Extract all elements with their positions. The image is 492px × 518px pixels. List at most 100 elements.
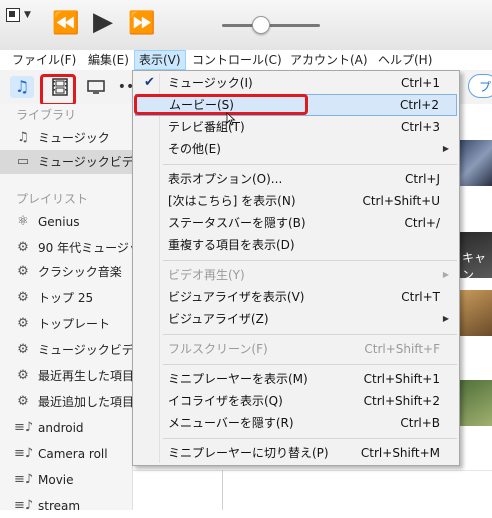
sidebar-item-android[interactable]: ≡♪ android <box>0 416 132 440</box>
menu-item-label: ステータスバーを隠す(B) <box>168 216 306 230</box>
menu-separator <box>163 164 457 165</box>
menu-item-shortcut: Ctrl+3 <box>400 120 440 134</box>
video-thumbnail[interactable] <box>460 380 492 426</box>
playback-pill-button[interactable]: プ <box>468 74 492 98</box>
menu-item-label: イコライザを表示(Q) <box>168 394 283 408</box>
music-note-icon: ♫ <box>17 130 29 145</box>
playlist-icon: ≡♪ <box>14 420 34 435</box>
sidebar-item-top25[interactable]: ⚙ トップ 25 <box>0 286 132 310</box>
menu-item-hide-menu-bar[interactable]: メニューバーを隠す(R) Ctrl+B <box>135 412 457 434</box>
menu-item-tv-shows[interactable]: テレビ番組(T) Ctrl+3 <box>135 116 457 138</box>
menu-item-shortcut: Ctrl+/ <box>404 216 440 230</box>
divider <box>133 470 492 471</box>
sidebar-item-top-rated[interactable]: ⚙ トップレート <box>0 312 132 336</box>
menu-item-label: [次はこちら] を表示(N) <box>168 194 296 208</box>
sidebar-item-music-video[interactable]: ▭ ミュージックビデオ <box>0 150 132 174</box>
menu-bar: ファイル(F) 編集(E) 表示(V) コントロール(C) アカウント(A) ヘ… <box>0 50 492 71</box>
menu-item-show-visualizer[interactable]: ビジュアライザを表示(V) Ctrl+T <box>135 286 457 308</box>
sidebar-item-90s-music[interactable]: ⚙ 90 年代ミュージック <box>0 236 132 260</box>
sidebar: ライブラリ ♫ ミュージック ▭ ミュージックビデオ プレイリスト ⚛ Geni… <box>0 104 133 513</box>
view-menu-dropdown: ✔ ミュージック(I) Ctrl+1 ムービー(S) Ctrl+2 テレビ番組(… <box>132 70 460 466</box>
smart-playlist-icon: ⚙ <box>17 368 29 383</box>
menu-item-show-up-next[interactable]: [次はこちら] を表示(N) Ctrl+Shift+U <box>135 190 457 212</box>
sidebar-item-label: Camera roll <box>38 447 108 461</box>
sidebar-item-recently-played[interactable]: ⚙ 最近再生した項目 <box>0 364 132 388</box>
sidebar-item-label: ミュージックビデオ <box>38 155 132 169</box>
menu-item-shortcut: Ctrl+Shift+M <box>360 446 440 460</box>
sidebar-item-label: クラシック音楽 <box>38 265 122 279</box>
menu-item-shortcut: Ctrl+T <box>401 290 440 304</box>
playlist-icon: ≡♪ <box>14 498 34 513</box>
menu-item-label: フルスクリーン(F) <box>168 342 268 356</box>
menu-item-label: ミュージック(I) <box>168 76 253 90</box>
playlist-icon: ≡♪ <box>14 446 34 461</box>
menu-item-show-miniplayer[interactable]: ミニプレーヤーを表示(M) Ctrl+Shift+1 <box>135 368 457 390</box>
tv-icon[interactable] <box>84 76 108 98</box>
sidebar-item-recently-added[interactable]: ⚙ 最近追加した項目 <box>0 390 132 414</box>
video-thumbnail[interactable] <box>460 140 492 186</box>
volume-slider[interactable] <box>222 24 320 27</box>
menu-item-label: 表示オプション(O)... <box>168 172 283 186</box>
mouse-cursor-icon <box>226 112 236 126</box>
menu-item-music[interactable]: ✔ ミュージック(I) Ctrl+1 <box>135 72 457 94</box>
menu-item-view-options[interactable]: 表示オプション(O)... Ctrl+J <box>135 168 457 190</box>
submenu-arrow-icon: ▶ <box>442 144 449 153</box>
menu-item-shortcut: Ctrl+2 <box>399 98 439 112</box>
menu-item-show-equalizer[interactable]: イコライザを表示(Q) Ctrl+Shift+2 <box>135 390 457 412</box>
volume-slider-knob[interactable] <box>252 16 270 34</box>
next-track-button[interactable]: ⏩ <box>128 12 155 36</box>
sidebar-item-label: android <box>38 421 84 435</box>
previous-track-button[interactable]: ⏪ <box>52 12 79 36</box>
menu-item-visualizer[interactable]: ビジュアライザ(Z) ▶ <box>135 308 457 330</box>
smart-playlist-icon: ⚙ <box>17 290 29 305</box>
menu-separator <box>163 438 457 439</box>
music-note-icon[interactable]: ♫ <box>10 76 34 98</box>
sidebar-item-genius[interactable]: ⚛ Genius <box>0 210 132 234</box>
menu-controls[interactable]: コントロール(C) <box>188 50 286 70</box>
window-menu-icon[interactable] <box>6 8 20 22</box>
menu-separator <box>163 334 457 335</box>
music-video-icon: ▭ <box>16 154 30 169</box>
menu-item-shortcut: Ctrl+Shift+U <box>362 194 440 208</box>
playlist-header: プレイリスト <box>16 192 89 206</box>
sidebar-item-label: Movie <box>38 473 74 487</box>
sidebar-item-camera-roll[interactable]: ≡♪ Camera roll <box>0 442 132 466</box>
video-thumbnail[interactable] <box>460 290 492 336</box>
sidebar-item-label: 最近再生した項目 <box>38 369 132 383</box>
menu-account[interactable]: アカウント(A) <box>286 50 372 70</box>
sidebar-item-music[interactable]: ♫ ミュージック <box>0 126 132 150</box>
menu-item-switch-to-miniplayer[interactable]: ミニプレーヤーに切り替え(P) Ctrl+Shift+M <box>135 442 457 464</box>
menu-item-shortcut: Ctrl+J <box>405 172 440 186</box>
sidebar-item-label: Genius <box>38 215 80 229</box>
smart-playlist-icon: ⚙ <box>17 394 29 409</box>
menu-item-label: ビジュアライザ(Z) <box>168 312 269 326</box>
smart-playlist-icon: ⚙ <box>17 342 29 357</box>
menu-item-label: その他(E) <box>168 142 221 156</box>
sidebar-item-classical[interactable]: ⚙ クラシック音楽 <box>0 260 132 284</box>
divider <box>222 470 223 510</box>
chevron-down-icon[interactable]: ▼ <box>24 10 31 20</box>
smart-playlist-icon: ⚙ <box>17 240 29 255</box>
menu-item-label: ミニプレーヤーを表示(M) <box>168 372 308 386</box>
menu-view[interactable]: 表示(V) <box>134 50 186 70</box>
sidebar-item-movie[interactable]: ≡♪ Movie <box>0 468 132 492</box>
menu-item-label: ミニプレーヤーに切り替え(P) <box>168 446 329 460</box>
menu-item-show-duplicates[interactable]: 重複する項目を表示(D) <box>135 234 457 256</box>
play-button[interactable]: ▶ <box>93 9 113 35</box>
sidebar-item-stream[interactable]: ≡♪ stream <box>0 494 132 518</box>
playlist-icon: ≡♪ <box>14 472 34 487</box>
menu-separator <box>163 364 457 365</box>
menu-item-label: 重複する項目を表示(D) <box>168 238 295 252</box>
sidebar-item-music-videos[interactable]: ⚙ ミュージックビデオ <box>0 338 132 362</box>
sidebar-item-label: stream <box>38 499 81 513</box>
menu-item-other[interactable]: その他(E) ▶ <box>135 138 457 160</box>
menu-item-shortcut: Ctrl+Shift+1 <box>363 372 440 386</box>
menu-help[interactable]: ヘルプ(H) <box>374 50 436 70</box>
sidebar-item-label: 最近追加した項目 <box>38 395 132 409</box>
menu-edit[interactable]: 編集(E) <box>84 50 133 70</box>
menu-item-full-screen: フルスクリーン(F) Ctrl+Shift+F <box>135 338 457 360</box>
sidebar-item-label: 90 年代ミュージック <box>38 241 132 255</box>
menu-item-hide-status-bar[interactable]: ステータスバーを隠す(B) Ctrl+/ <box>135 212 457 234</box>
movies-menu-annotation <box>134 94 308 115</box>
menu-file[interactable]: ファイル(F) <box>8 50 80 70</box>
